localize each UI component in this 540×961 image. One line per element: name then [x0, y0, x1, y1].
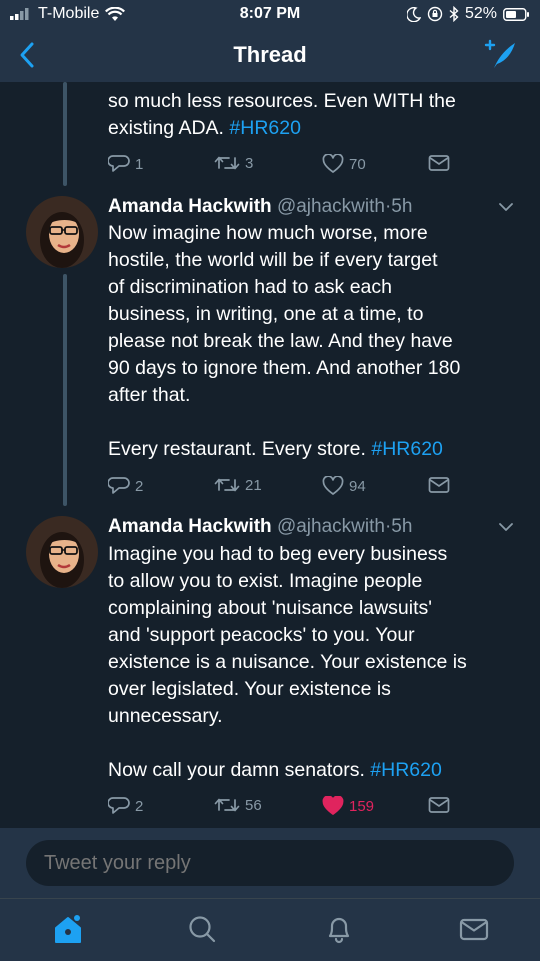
messages-icon	[459, 918, 489, 941]
author-name[interactable]: Amanda Hackwith	[108, 196, 272, 217]
page-title: Thread	[233, 42, 307, 67]
chevron-down-icon	[499, 523, 513, 531]
tweet-timestamp: 5h	[391, 516, 413, 537]
reply-button[interactable]: 2	[108, 476, 143, 496]
reply-button[interactable]: 1	[108, 154, 143, 174]
battery-icon	[503, 7, 529, 21]
share-via-message-button[interactable]	[428, 796, 450, 814]
notifications-icon	[328, 917, 350, 944]
tweet-actions: 1 3 70	[108, 154, 468, 178]
tweet-body: Now imagine how much worse, more hostile…	[108, 222, 461, 460]
tab-search[interactable]	[186, 913, 218, 950]
profile-photo-icon	[26, 196, 98, 268]
tab-bar	[0, 898, 540, 961]
envelope-icon	[428, 477, 450, 493]
hashtag-link[interactable]: #HR620	[370, 759, 442, 781]
retweet-icon	[214, 798, 240, 812]
retweet-button[interactable]: 3	[214, 154, 253, 172]
bluetooth-icon	[449, 6, 459, 22]
reply-icon	[108, 155, 130, 172]
tweet-menu-button[interactable]	[498, 200, 514, 218]
search-icon	[189, 916, 216, 943]
hashtag-link[interactable]: #HR620	[371, 438, 443, 460]
reply-count: 2	[135, 477, 144, 495]
reply-count: 1	[135, 155, 144, 173]
tweet-reply-input[interactable]	[26, 840, 514, 886]
tweet-actions: 2 56 159	[108, 796, 468, 820]
retweet-button[interactable]: 21	[214, 476, 262, 494]
avatar[interactable]	[26, 196, 98, 268]
moon-icon	[406, 6, 421, 22]
compose-tweet-button[interactable]	[484, 38, 518, 77]
like-count: 159	[349, 797, 375, 815]
hashtag-link[interactable]: #HR620	[229, 117, 301, 139]
tweet-header: Amanda Hackwith @ajhackwith·5h	[108, 196, 412, 218]
tab-home[interactable]	[52, 913, 84, 950]
retweet-count: 3	[245, 154, 254, 172]
heart-outline-icon	[322, 154, 344, 173]
navigation-bar: Thread	[0, 30, 540, 82]
battery-percent: 52%	[464, 5, 497, 22]
reply-count: 2	[135, 797, 144, 815]
share-via-message-button[interactable]	[428, 476, 450, 494]
tweet-timestamp: 5h	[391, 196, 413, 217]
status-icons: 52%	[406, 5, 530, 23]
reply-icon	[108, 477, 130, 494]
home-icon	[55, 915, 81, 943]
like-button[interactable]: 70	[322, 154, 366, 174]
heart-outline-icon	[322, 476, 344, 495]
retweet-count: 21	[245, 476, 262, 494]
thread-connector-line	[63, 82, 67, 186]
tab-notifications[interactable]	[323, 913, 355, 950]
envelope-icon	[428, 797, 450, 813]
retweet-count: 56	[245, 796, 262, 814]
compose-feather-icon	[484, 39, 515, 68]
tweet-text: Now imagine how much worse, more hostile…	[108, 220, 528, 463]
share-via-message-button[interactable]	[428, 154, 450, 172]
like-button[interactable]: 94	[322, 476, 366, 496]
status-bar: T-Mobile 8:07 PM 52%	[0, 0, 540, 30]
author-handle[interactable]: @ajhackwith	[277, 196, 385, 217]
tweet-body: Imagine you had to beg every business to…	[108, 543, 467, 781]
profile-photo-icon	[26, 516, 98, 588]
author-handle[interactable]: @ajhackwith	[277, 516, 385, 537]
tweet-header: Amanda Hackwith @ajhackwith·5h	[108, 516, 412, 538]
tweet-text: Imagine you had to beg every business to…	[108, 541, 528, 784]
lock-rotation-icon	[427, 6, 443, 22]
tab-messages[interactable]	[458, 913, 490, 950]
thread-connector-line	[63, 274, 67, 506]
envelope-icon	[428, 155, 450, 171]
author-name[interactable]: Amanda Hackwith	[108, 516, 272, 537]
like-count: 94	[349, 477, 366, 495]
tweet-menu-button[interactable]	[498, 520, 514, 538]
retweet-icon	[214, 156, 240, 170]
reply-icon	[108, 797, 130, 814]
reply-bar	[0, 828, 540, 898]
reply-button[interactable]: 2	[108, 796, 143, 816]
like-button[interactable]: 159	[322, 796, 374, 816]
chevron-down-icon	[499, 203, 513, 211]
avatar[interactable]	[26, 516, 98, 588]
like-count: 70	[349, 155, 366, 173]
retweet-icon	[214, 478, 240, 492]
retweet-button[interactable]: 56	[214, 796, 262, 814]
tweet-text: so much less resources. Even WITH the ex…	[108, 88, 528, 142]
heart-filled-icon	[322, 796, 344, 815]
tweet-actions: 2 21 94	[108, 476, 468, 500]
